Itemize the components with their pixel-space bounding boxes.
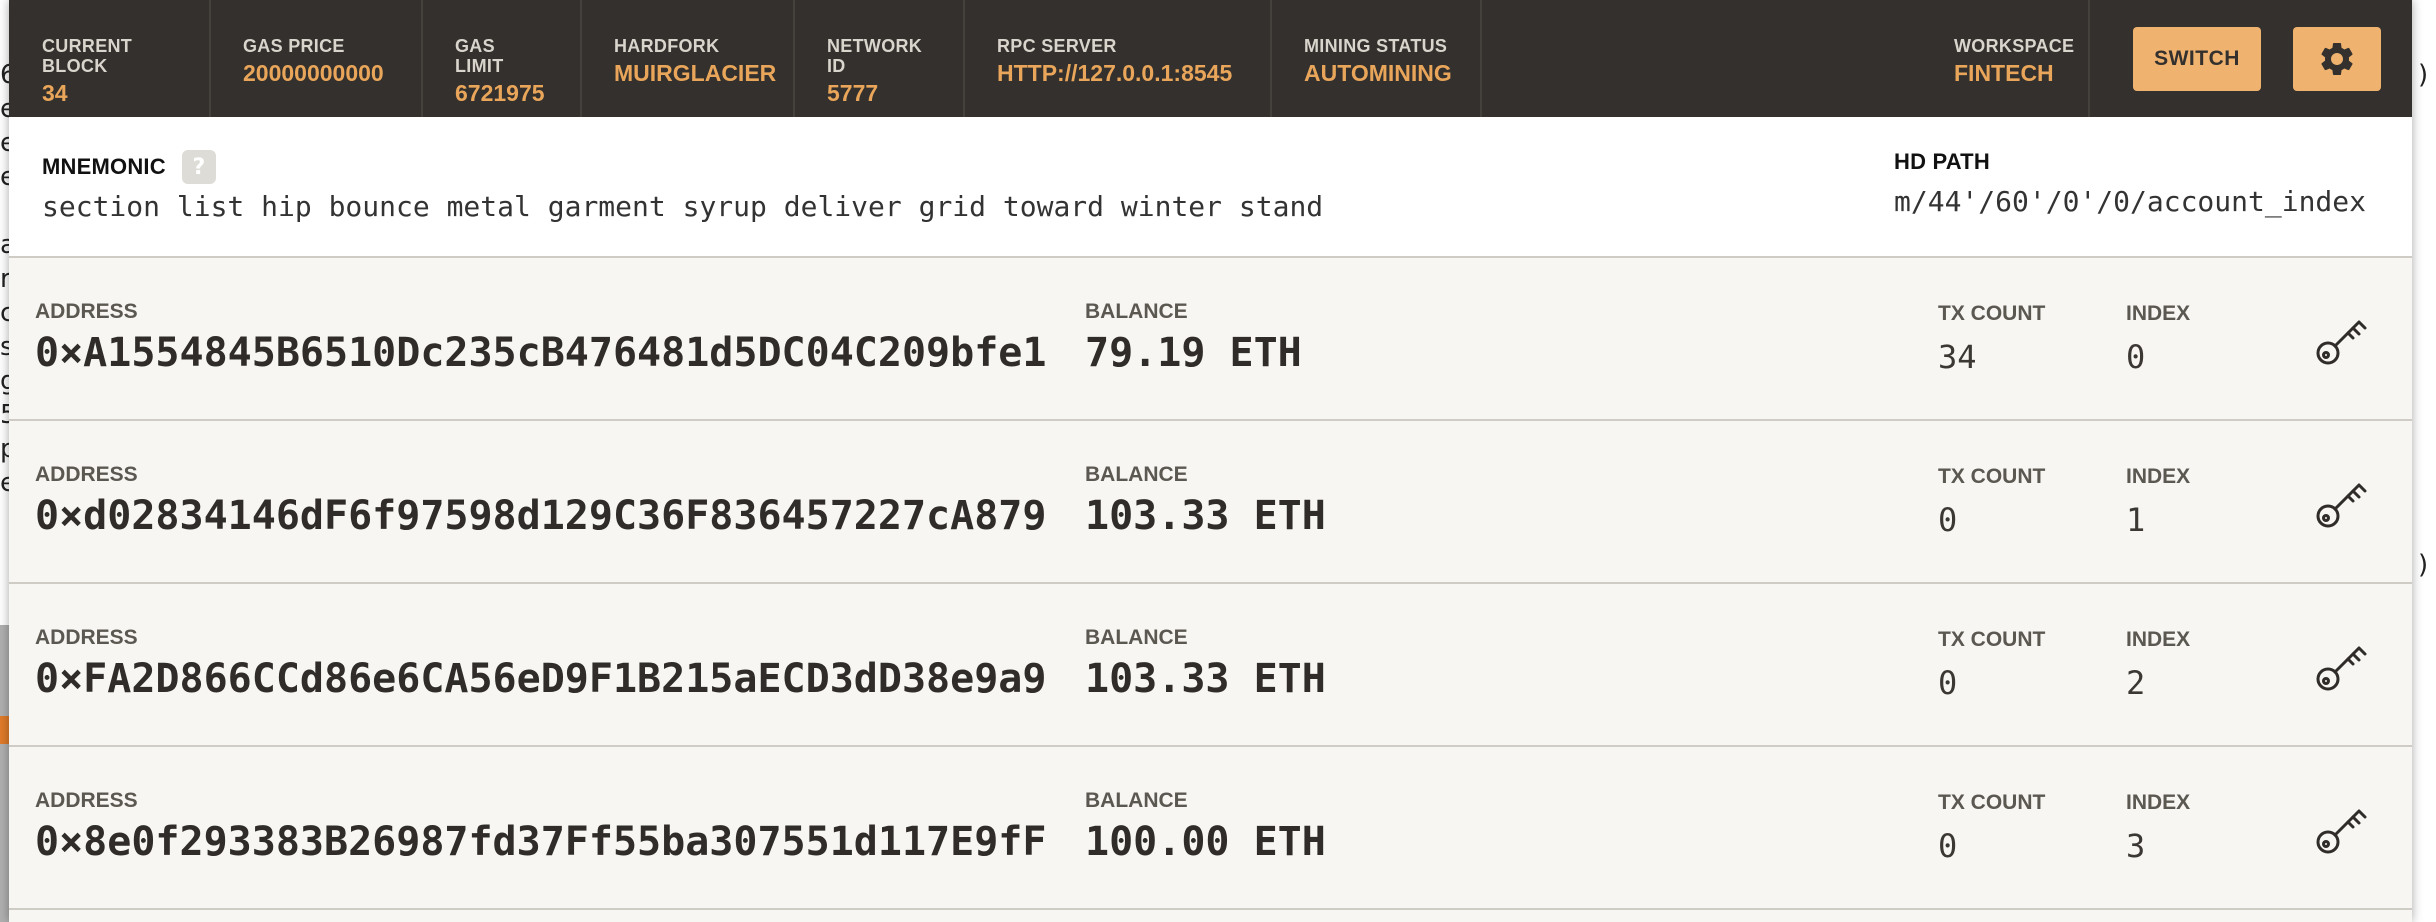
stat-label: GAS LIMIT xyxy=(455,36,504,76)
show-keys-button[interactable] xyxy=(2309,797,2373,861)
mnemonic-header: MNEMONIC ? xyxy=(42,150,216,184)
status-bar-spacer xyxy=(1482,0,1954,117)
index-label: INDEX xyxy=(2126,791,2191,814)
tx-count-value: 0 xyxy=(1938,827,1958,865)
balance-label: BALANCE xyxy=(1085,300,1188,323)
stat-value: MUIRGLACIER xyxy=(614,60,777,86)
index-label: INDEX xyxy=(2126,628,2191,651)
account-row[interactable]: ADDRESS 0×A1554845B6510Dc235cB476481d5DC… xyxy=(9,258,2412,421)
tx-count-label: TX COUNT xyxy=(1938,465,2046,488)
stat-value: 6721975 xyxy=(455,80,545,106)
index-value: 3 xyxy=(2126,827,2146,865)
account-address: 0×A1554845B6510Dc235cB476481d5DC04C209bf… xyxy=(35,330,1047,376)
index-value: 2 xyxy=(2126,664,2146,702)
show-keys-button[interactable] xyxy=(2309,308,2373,372)
stat-label: GAS PRICE xyxy=(243,36,345,56)
account-balance: 103.33 ETH xyxy=(1085,656,1326,702)
rpc-server-stat: RPC SERVER HTTP://127.0.0.1:8545 xyxy=(965,0,1272,117)
address-label: ADDRESS xyxy=(35,626,138,649)
key-icon xyxy=(2316,809,2367,854)
stat-value: 20000000000 xyxy=(243,60,384,86)
gas-price-stat: GAS PRICE 20000000000 xyxy=(211,0,423,117)
stat-label: MINING STATUS xyxy=(1304,36,1448,56)
account-row[interactable]: ADDRESS 0×8e0f293383B26987fd37Ff55ba3075… xyxy=(9,747,2412,910)
switch-workspace-button[interactable]: SWITCH xyxy=(2133,26,2261,91)
balance-label: BALANCE xyxy=(1085,789,1188,812)
stat-label: CURRENT BLOCK xyxy=(42,36,133,76)
index-label: INDEX xyxy=(2126,465,2191,488)
show-keys-button[interactable] xyxy=(2309,471,2373,535)
background-text: ) xyxy=(2418,550,2429,580)
account-row[interactable]: ADDRESS 0×FA2D866CCd86e6CA56eD9F1B215aEC… xyxy=(9,584,2412,747)
index-value: 1 xyxy=(2126,501,2146,539)
stat-label: NETWORK ID xyxy=(827,36,923,76)
mnemonic-label: MNEMONIC xyxy=(42,154,166,179)
account-row[interactable]: ADDRESS 0×d02834146dF6f97598d129C36F8364… xyxy=(9,421,2412,584)
stat-value: 34 xyxy=(42,80,68,106)
tx-count-label: TX COUNT xyxy=(1938,791,2046,814)
stat-label: RPC SERVER xyxy=(997,36,1117,56)
stat-label: WORKSPACE xyxy=(1954,36,2075,56)
ganache-window: CURRENT BLOCK 34 GAS PRICE 20000000000 G… xyxy=(9,0,2412,922)
hd-path-label: HD PATH xyxy=(1894,149,1990,174)
settings-button[interactable] xyxy=(2293,26,2381,91)
show-keys-button[interactable] xyxy=(2309,634,2373,698)
key-icon xyxy=(2316,483,2367,528)
network-id-stat: NETWORK ID 5777 xyxy=(795,0,965,117)
hardfork-stat: HARDFORK MUIRGLACIER xyxy=(582,0,795,117)
mnemonic-panel: MNEMONIC ? section list hip bounce metal… xyxy=(9,117,2412,258)
account-address: 0×FA2D866CCd86e6CA56eD9F1B215aECD3dD38e9… xyxy=(35,656,1047,702)
tx-count-value: 0 xyxy=(1938,501,1958,539)
workspace-stat: WORKSPACE FINTECH xyxy=(1954,0,2090,117)
stat-value: HTTP://127.0.0.1:8545 xyxy=(997,60,1233,86)
balance-label: BALANCE xyxy=(1085,463,1188,486)
index-label: INDEX xyxy=(2126,302,2191,325)
workspace-name: FINTECH xyxy=(1954,60,2054,86)
gear-icon xyxy=(2321,42,2353,75)
status-bar: CURRENT BLOCK 34 GAS PRICE 20000000000 G… xyxy=(9,0,2412,117)
help-icon[interactable]: ? xyxy=(181,150,216,184)
balance-label: BALANCE xyxy=(1085,626,1188,649)
background-text: ) xyxy=(2418,60,2429,90)
account-address: 0×8e0f293383B26987fd37Ff55ba307551d117E9… xyxy=(35,819,1047,865)
current-block-stat: CURRENT BLOCK 34 xyxy=(9,0,211,117)
tx-count-value: 0 xyxy=(1938,664,1958,702)
address-label: ADDRESS xyxy=(35,463,138,486)
topbar-actions: SWITCH xyxy=(2090,0,2412,117)
index-value: 0 xyxy=(2126,338,2146,376)
hd-path-value: m/44'/60'/0'/0/account_index xyxy=(1894,185,2367,218)
accounts-list: ADDRESS 0×A1554845B6510Dc235cB476481d5DC… xyxy=(9,258,2412,910)
address-label: ADDRESS xyxy=(35,789,138,812)
account-balance: 100.00 ETH xyxy=(1085,819,1326,865)
key-icon xyxy=(2316,646,2367,691)
account-address: 0×d02834146dF6f97598d129C36F836457227cA8… xyxy=(35,493,1047,539)
gas-limit-stat: GAS LIMIT 6721975 xyxy=(423,0,582,117)
stat-label: HARDFORK xyxy=(614,36,720,56)
account-balance: 103.33 ETH xyxy=(1085,493,1326,539)
mnemonic-phrase: section list hip bounce metal garment sy… xyxy=(42,190,1324,223)
tx-count-label: TX COUNT xyxy=(1938,628,2046,651)
tx-count-value: 34 xyxy=(1938,338,1977,376)
address-label: ADDRESS xyxy=(35,300,138,323)
stat-value: 5777 xyxy=(827,80,879,106)
mining-status-stat: MINING STATUS AUTOMINING xyxy=(1272,0,1482,117)
stat-value: AUTOMINING xyxy=(1304,60,1452,86)
account-balance: 79.19 ETH xyxy=(1085,330,1302,376)
key-icon xyxy=(2316,320,2367,365)
tx-count-label: TX COUNT xyxy=(1938,302,2046,325)
